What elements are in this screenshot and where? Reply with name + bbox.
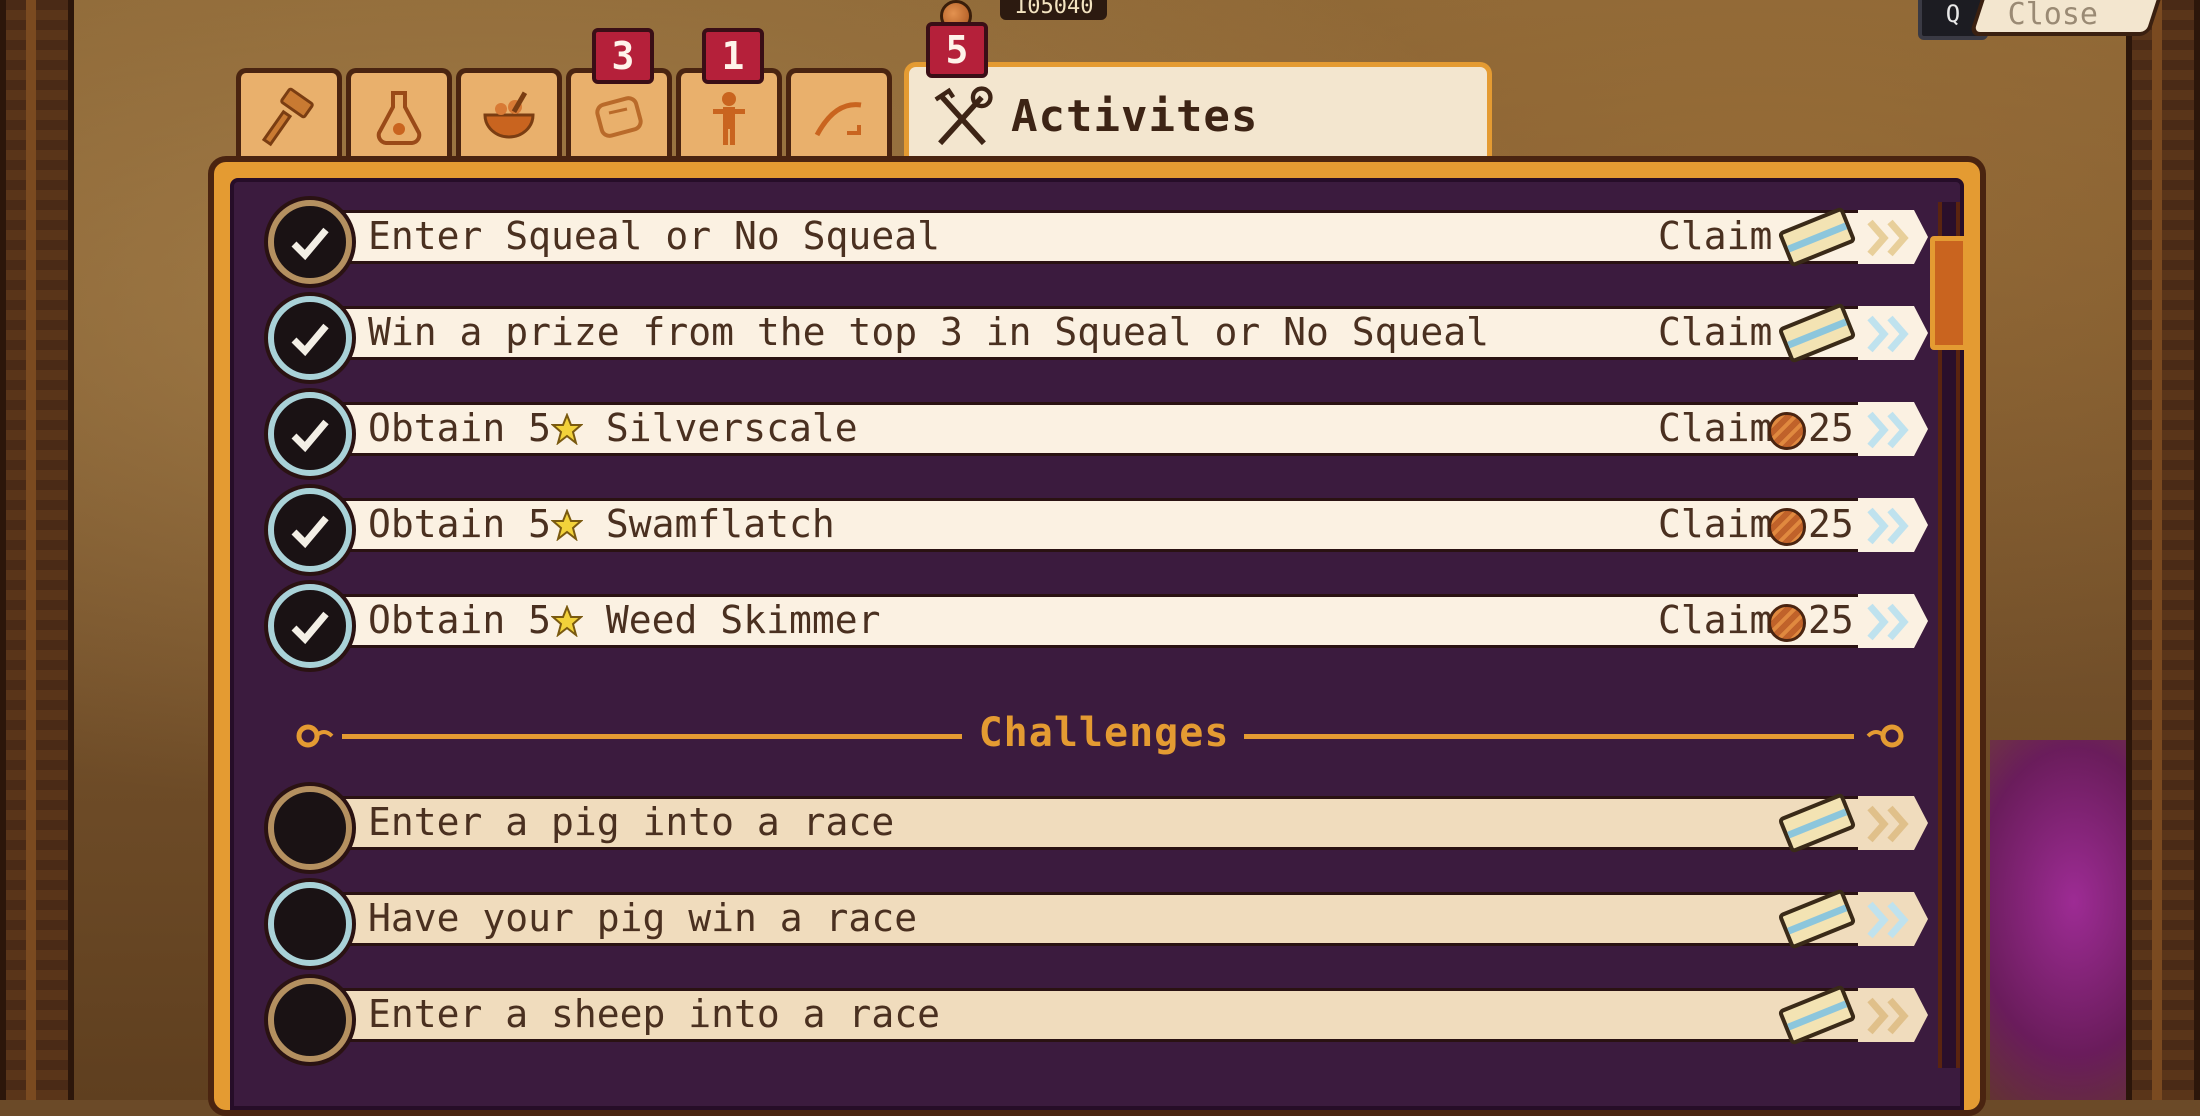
task-label-prefix: Obtain 5 [368, 502, 552, 546]
scrollbar-thumb[interactable] [1930, 236, 1968, 350]
claim-button[interactable]: Claim [1658, 404, 1772, 452]
star-icon [551, 509, 584, 541]
task-label-item: Swamflatch [605, 502, 835, 546]
chevron-right-icon [1867, 901, 1909, 939]
hammer-icon [261, 87, 314, 146]
tab-activites[interactable]: Activites [904, 62, 1492, 166]
completed-check-icon [268, 584, 352, 668]
chevron-right-icon [1867, 997, 1909, 1035]
task-label-prefix: Obtain 5 [368, 598, 552, 642]
task-label: Obtain 5 Silverscale [368, 404, 858, 452]
divider-line [1244, 734, 1854, 739]
tab-alchemy[interactable] [346, 68, 452, 160]
star-icon [551, 605, 584, 637]
cooking-bowl-icon [483, 90, 535, 138]
task-label-item: Silverscale [605, 406, 858, 450]
tab-activites-label: Activites [1011, 91, 1259, 142]
tab-quests-badge: 3 [592, 28, 654, 84]
list-item: Obtain 5 Weed Skimmer Claim 25 [268, 584, 1928, 668]
coin-icon [1768, 412, 1806, 450]
task-label: Obtain 5 Swamflatch [368, 500, 835, 548]
ticket-icon [1778, 207, 1856, 267]
tab-activites-badge: 5 [926, 22, 988, 78]
task-label: Enter Squeal or No Squeal [368, 214, 940, 258]
crossed-tools-icon [934, 85, 993, 145]
chevron-right-icon [1867, 603, 1909, 641]
task-label: Have your pig win a race [368, 896, 918, 940]
activities-list: Enter Squeal or No Squeal Claim Win a pr… [230, 178, 1968, 1110]
task-label: Win a prize from the top 3 in Squeal or … [368, 310, 1490, 354]
completed-check-icon [268, 296, 352, 380]
tab-townsfolk-badge: 1 [702, 28, 764, 84]
potion-icon [376, 90, 422, 145]
ticket-icon [1778, 303, 1856, 363]
divider-line [342, 734, 962, 739]
claim-button[interactable]: Claim [1658, 596, 1772, 644]
list-item: Obtain 5 Silverscale Claim 25 [268, 392, 1928, 476]
task-label: Enter a sheep into a race [368, 992, 940, 1036]
challenges-title: Challenges [978, 710, 1230, 756]
completed-check-icon [268, 200, 352, 284]
ticket-icon [1778, 889, 1856, 949]
ornament-right-icon [1866, 724, 1904, 748]
tab-crafting[interactable] [236, 68, 342, 160]
tab-farming[interactable] [786, 68, 892, 160]
ticket-icon [1778, 985, 1856, 1045]
challenges-section-header: Challenges [294, 706, 1904, 766]
currency-counter: 105040 [1000, 0, 1108, 20]
chevron-right-icon [1867, 507, 1909, 545]
activities-panel: Enter Squeal or No Squeal Claim Win a pr… [208, 156, 1986, 1116]
list-item: Win a prize from the top 3 in Squeal or … [268, 296, 1928, 380]
task-label: Obtain 5 Weed Skimmer [368, 596, 880, 644]
chevron-right-icon [1867, 805, 1909, 843]
chevron-right-icon [1867, 315, 1909, 353]
reward-amount: 25 [1808, 598, 1854, 642]
coin-icon [1768, 604, 1806, 642]
tab-cooking[interactable] [456, 68, 562, 160]
star-icon [551, 413, 584, 445]
scroll-icon [595, 95, 643, 138]
ticket-icon [1778, 793, 1856, 853]
sickle-icon [814, 101, 862, 136]
incomplete-circle-icon [268, 786, 352, 870]
list-item: Enter a sheep into a race [268, 978, 1928, 1062]
list-item: Enter a pig into a race [268, 786, 1928, 870]
person-icon [713, 91, 745, 145]
list-item: Obtain 5 Swamflatch Claim 25 [268, 488, 1928, 572]
reward-amount: 25 [1808, 406, 1854, 450]
completed-check-icon [268, 488, 352, 572]
chevron-right-icon [1867, 411, 1909, 449]
left-frame-border [0, 0, 74, 1100]
claim-button[interactable]: Claim [1658, 500, 1772, 548]
list-item: Enter Squeal or No Squeal Claim [268, 200, 1928, 284]
incomplete-circle-icon [268, 978, 352, 1062]
task-label: Enter a pig into a race [368, 800, 895, 844]
right-frame-border [2126, 0, 2200, 1100]
completed-check-icon [268, 392, 352, 476]
claim-button[interactable]: Claim [1658, 212, 1772, 260]
incomplete-circle-icon [268, 882, 352, 966]
chevron-right-icon [1867, 219, 1909, 257]
reward-amount: 25 [1808, 502, 1854, 546]
claim-button[interactable]: Claim [1658, 308, 1772, 356]
task-label-prefix: Obtain 5 [368, 406, 552, 450]
close-button[interactable]: Close [1968, 0, 2164, 36]
coin-icon [1768, 508, 1806, 546]
close-button-label: Close [2007, 0, 2098, 32]
task-label-item: Weed Skimmer [605, 598, 881, 642]
list-item: Have your pig win a race [268, 882, 1928, 966]
